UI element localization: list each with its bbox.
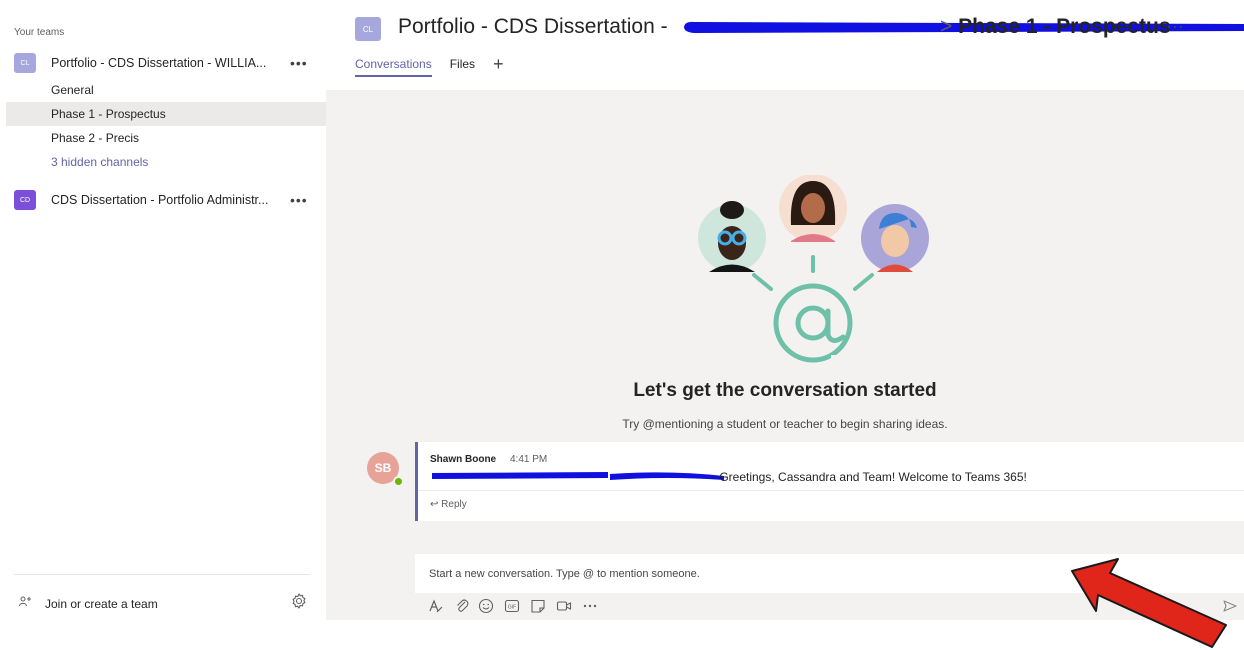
- redaction-mark: [432, 472, 724, 480]
- emoji-icon[interactable]: [477, 597, 495, 615]
- attach-icon[interactable]: [453, 597, 471, 615]
- channel-general[interactable]: General: [6, 78, 326, 102]
- message-divider: [418, 490, 1244, 491]
- channel-phase-2-precis[interactable]: Phase 2 - Precis: [6, 126, 326, 150]
- annotation-arrow: [1071, 558, 1227, 648]
- settings-gear-icon[interactable]: [290, 592, 308, 610]
- svg-text:GIF: GIF: [508, 605, 516, 611]
- your-teams-heading: Your teams: [14, 27, 65, 38]
- sticker-icon[interactable]: [529, 597, 547, 615]
- team-name: CDS Dissertation - Portfolio Administr..…: [51, 193, 269, 207]
- more-options-icon[interactable]: •••: [290, 55, 308, 71]
- team-avatar: CL: [14, 53, 36, 73]
- more-options-icon[interactable]: •••: [290, 192, 308, 208]
- gif-icon[interactable]: GIF: [503, 597, 521, 615]
- conversation-illustration: [698, 175, 929, 363]
- team-cds-admin[interactable]: CD CDS Dissertation - Portfolio Administ…: [0, 187, 326, 213]
- empty-state-subtitle: Try @mentioning a student or teacher to …: [622, 417, 948, 431]
- empty-state-title: Let's get the conversation started: [633, 380, 937, 401]
- channel-header: CL Portfolio - CDS Dissertation - > Phas…: [326, 0, 1244, 90]
- more-options-icon[interactable]: [581, 597, 599, 615]
- tab-conversations[interactable]: Conversations: [355, 57, 432, 77]
- message-timestamp: 4:41 PM: [510, 454, 548, 465]
- join-or-create-team-button[interactable]: Join or create a team: [0, 592, 326, 616]
- team-portfolio[interactable]: CL Portfolio - CDS Dissertation - WILLIA…: [0, 50, 326, 76]
- conversation-feed: Let's get the conversation started Try @…: [326, 90, 1244, 620]
- add-tab-button[interactable]: +: [493, 55, 504, 73]
- channel-phase-1-prospectus[interactable]: Phase 1 - Prospectus: [6, 102, 326, 126]
- sidebar-divider: [14, 574, 310, 575]
- join-or-create-team-label: Join or create a team: [45, 597, 158, 611]
- main-pane: CL Portfolio - CDS Dissertation - > Phas…: [326, 0, 1244, 650]
- team-avatar: CD: [14, 190, 36, 210]
- presence-available-icon: [393, 476, 404, 487]
- team-add-icon: [19, 596, 31, 607]
- reply-button[interactable]: ↩ Reply: [430, 499, 467, 510]
- message-body: - Greetings, Cassandra and Team! Welcome…: [712, 470, 1027, 484]
- breadcrumb-separator: >: [940, 15, 953, 38]
- message-author[interactable]: Shawn Boone: [430, 454, 496, 465]
- hidden-channels-link[interactable]: 3 hidden channels: [6, 150, 326, 174]
- channel-team-avatar: CL: [355, 17, 381, 41]
- header-breadcrumb: > Phase 1 - Prospectus: [940, 15, 1171, 39]
- format-icon[interactable]: [427, 597, 445, 615]
- channel-tabs: Conversations Files +: [355, 55, 504, 81]
- tab-files[interactable]: Files: [450, 57, 475, 75]
- meet-now-icon[interactable]: [555, 597, 573, 615]
- header-more-options-icon[interactable]: ···: [1166, 16, 1184, 37]
- sidebar: Your teams CL Portfolio - CDS Dissertati…: [0, 0, 326, 650]
- message-card: Shawn Boone 4:41 PM - Greetings, Cassand…: [415, 442, 1244, 521]
- header-channel-name: Phase 1 - Prospectus: [958, 15, 1171, 38]
- header-team-title: Portfolio - CDS Dissertation -: [398, 15, 668, 38]
- team-name: Portfolio - CDS Dissertation - WILLIA...: [51, 56, 267, 70]
